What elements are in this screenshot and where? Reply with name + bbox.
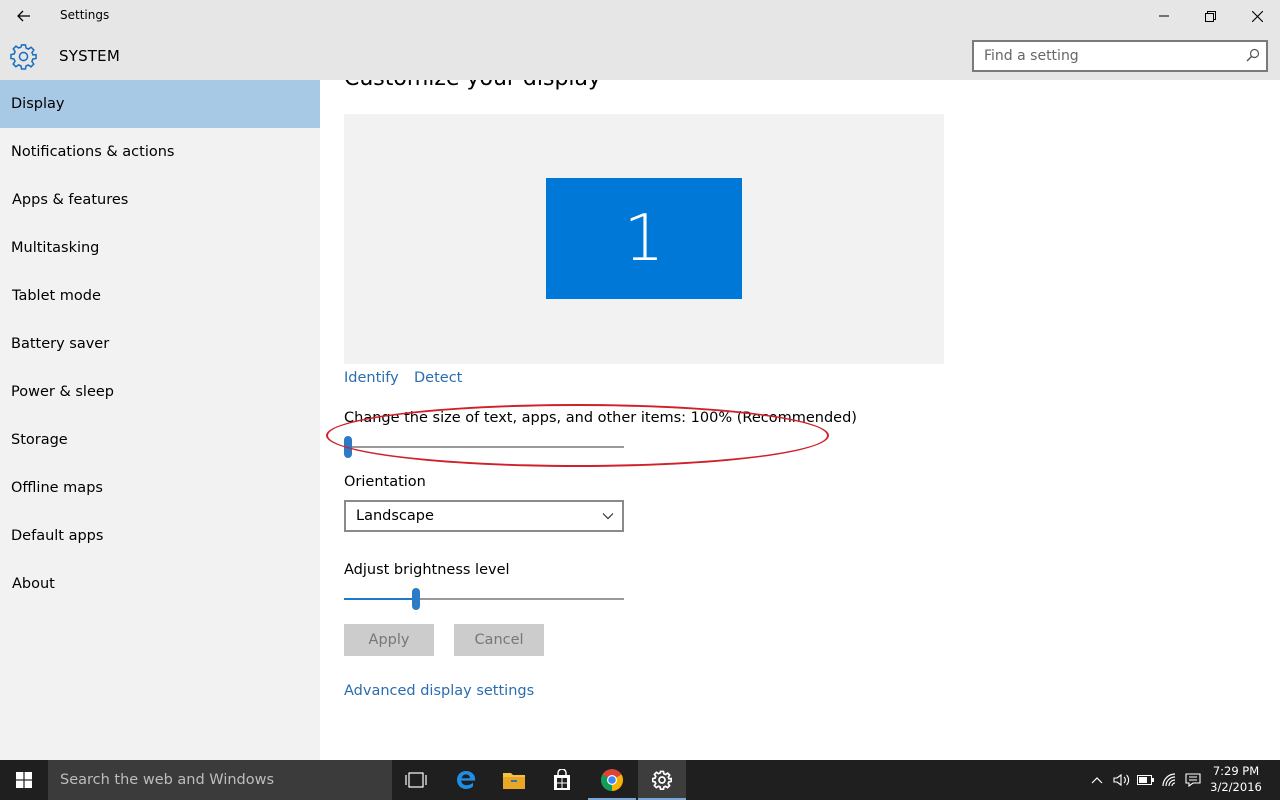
restore-button[interactable] bbox=[1187, 0, 1233, 32]
identify-link[interactable]: Identify bbox=[344, 370, 399, 386]
sidebar-nav: Display Notifications & actions Apps & f… bbox=[0, 80, 320, 760]
battery-icon bbox=[1137, 775, 1154, 785]
chevron-down-icon bbox=[602, 513, 614, 520]
folder-icon bbox=[503, 773, 525, 789]
monitor-1-tile[interactable]: 1 bbox=[546, 178, 742, 299]
brightness-label: Adjust brightness level bbox=[344, 562, 510, 578]
store-taskbar-button[interactable] bbox=[538, 760, 586, 800]
gear-icon bbox=[652, 770, 672, 790]
sidebar-item-tablet-mode[interactable]: Tablet mode bbox=[0, 272, 320, 320]
show-hidden-icons-button[interactable] bbox=[1086, 760, 1108, 800]
battery-tray-button[interactable] bbox=[1134, 760, 1158, 800]
find-setting-search[interactable] bbox=[972, 40, 1268, 72]
sidebar-item-label: Battery saver bbox=[11, 336, 110, 352]
scale-slider-thumb[interactable] bbox=[344, 436, 352, 458]
sidebar-item-apps-features[interactable]: Apps & features bbox=[0, 176, 320, 224]
sidebar-item-label: Default apps bbox=[11, 528, 104, 544]
settings-header: SYSTEM bbox=[0, 32, 1280, 80]
sidebar-item-battery-saver[interactable]: Battery saver bbox=[0, 320, 320, 368]
sidebar-item-offline-maps[interactable]: Offline maps bbox=[0, 464, 320, 512]
taskbar: Search the web and Windows 7:29 PM 3/2/2… bbox=[0, 760, 1280, 800]
advanced-display-settings-link[interactable]: Advanced display settings bbox=[344, 683, 534, 699]
display-arrangement-area: 1 bbox=[344, 114, 944, 364]
section-title: SYSTEM bbox=[59, 47, 120, 65]
monitor-number: 1 bbox=[623, 201, 665, 276]
main-content: Customize your display 1 Identify Detect… bbox=[320, 80, 1280, 760]
orientation-value: Landscape bbox=[356, 508, 434, 524]
edge-taskbar-button[interactable] bbox=[442, 760, 490, 800]
volume-tray-button[interactable] bbox=[1110, 760, 1134, 800]
wifi-tray-button[interactable] bbox=[1158, 760, 1182, 800]
detect-link[interactable]: Detect bbox=[414, 370, 462, 386]
store-icon bbox=[554, 769, 570, 790]
sidebar-item-label: Apps & features bbox=[12, 192, 129, 208]
sidebar-item-label: Offline maps bbox=[11, 480, 103, 496]
orientation-label: Orientation bbox=[344, 474, 426, 490]
sidebar-item-label: Notifications & actions bbox=[11, 144, 175, 160]
clock-time: 7:29 PM bbox=[1212, 764, 1260, 778]
edge-icon bbox=[457, 771, 476, 789]
wifi-icon bbox=[1162, 773, 1176, 787]
sidebar-item-label: About bbox=[12, 576, 55, 592]
chrome-icon bbox=[601, 769, 623, 791]
settings-taskbar-button[interactable] bbox=[638, 760, 686, 800]
scale-label: Change the size of text, apps, and other… bbox=[344, 410, 857, 426]
taskbar-search-box[interactable]: Search the web and Windows bbox=[48, 760, 392, 800]
task-view-button[interactable] bbox=[392, 760, 440, 800]
minimize-button[interactable] bbox=[1141, 0, 1187, 32]
brightness-slider-fill bbox=[344, 598, 416, 600]
taskbar-search-placeholder: Search the web and Windows bbox=[60, 772, 275, 788]
sidebar-item-label: Storage bbox=[11, 432, 68, 448]
clock-date: 3/2/2016 bbox=[1210, 780, 1262, 794]
action-center-button[interactable] bbox=[1182, 760, 1204, 800]
taskbar-clock[interactable]: 7:29 PM 3/2/2016 bbox=[1205, 763, 1267, 795]
close-button[interactable] bbox=[1234, 0, 1280, 32]
file-explorer-taskbar-button[interactable] bbox=[490, 760, 538, 800]
notification-icon bbox=[1185, 773, 1201, 787]
sidebar-item-power-sleep[interactable]: Power & sleep bbox=[0, 368, 320, 416]
sidebar-item-label: Display bbox=[11, 96, 65, 112]
find-setting-input[interactable] bbox=[974, 42, 1224, 70]
scale-slider-track bbox=[344, 446, 624, 448]
chevron-up-icon bbox=[1091, 777, 1103, 784]
orientation-dropdown[interactable]: Landscape bbox=[344, 500, 624, 532]
window-title: Settings bbox=[60, 8, 110, 22]
sidebar-item-label: Tablet mode bbox=[12, 288, 101, 304]
back-arrow-icon bbox=[17, 10, 30, 22]
sidebar-item-label: Multitasking bbox=[11, 240, 100, 256]
sidebar-item-storage[interactable]: Storage bbox=[0, 416, 320, 464]
sidebar-item-notifications[interactable]: Notifications & actions bbox=[0, 128, 320, 176]
brightness-slider-thumb[interactable] bbox=[412, 588, 420, 610]
sidebar-item-label: Power & sleep bbox=[11, 384, 114, 400]
restore-icon bbox=[1204, 10, 1216, 22]
sidebar-item-display[interactable]: Display bbox=[0, 80, 320, 128]
cancel-button[interactable]: Cancel bbox=[454, 624, 544, 656]
minimize-icon bbox=[1159, 15, 1169, 17]
sidebar-item-default-apps[interactable]: Default apps bbox=[0, 512, 320, 560]
volume-icon bbox=[1113, 773, 1130, 787]
task-view-icon bbox=[405, 772, 427, 788]
apply-button[interactable]: Apply bbox=[344, 624, 434, 656]
back-button[interactable] bbox=[8, 0, 40, 32]
sidebar-item-multitasking[interactable]: Multitasking bbox=[0, 224, 320, 272]
title-bar: Settings bbox=[0, 0, 1280, 32]
chrome-taskbar-button[interactable] bbox=[588, 760, 636, 800]
search-icon bbox=[1246, 48, 1260, 62]
page-title: Customize your display bbox=[344, 80, 601, 91]
gear-icon bbox=[10, 44, 37, 70]
start-button[interactable] bbox=[0, 760, 48, 800]
close-icon bbox=[1251, 10, 1263, 22]
sidebar-item-about[interactable]: About bbox=[0, 560, 320, 608]
windows-logo-icon bbox=[16, 772, 32, 788]
